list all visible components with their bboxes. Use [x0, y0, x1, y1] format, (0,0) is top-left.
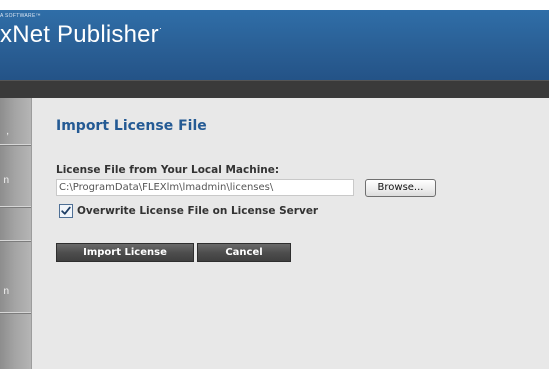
sidebar-divider — [0, 240, 31, 241]
app-title-text: xNet Publisher — [0, 21, 159, 48]
sidebar-divider — [0, 312, 31, 313]
license-file-label: License File from Your Local Machine: — [56, 164, 280, 176]
cancel-button[interactable]: Cancel — [197, 243, 291, 262]
license-path-input[interactable]: C:\ProgramData\FLEXlm\lmadmin\licenses\ — [56, 179, 354, 196]
import-license-panel: Import License File License File from Yo… — [32, 98, 549, 369]
sidebar-divider — [0, 206, 31, 207]
sidebar-item-1[interactable]: , — [6, 126, 9, 137]
top-strip — [0, 0, 549, 10]
checkmark-icon — [61, 206, 71, 215]
title-mark: · — [158, 23, 163, 33]
sidebar: , n n — [0, 98, 32, 369]
sidebar-divider — [0, 144, 31, 145]
sidebar-item-2[interactable]: n — [3, 175, 9, 186]
overwrite-checkbox[interactable] — [59, 204, 73, 218]
browse-button[interactable]: Browse... — [365, 179, 436, 197]
app-window: A SOFTWARE™ xNet Publisher· , n n Import… — [0, 0, 549, 369]
page-title: Import License File — [56, 118, 207, 134]
overwrite-checkbox-label[interactable]: Overwrite License File on License Server — [77, 205, 318, 217]
app-title: xNet Publisher· — [0, 21, 162, 49]
app-header: A SOFTWARE™ xNet Publisher· — [0, 10, 549, 80]
sidebar-item-3[interactable]: n — [3, 286, 9, 297]
nav-bar — [0, 80, 549, 98]
import-license-button[interactable]: Import License — [56, 243, 194, 262]
brand-tagline: A SOFTWARE™ — [0, 13, 41, 19]
